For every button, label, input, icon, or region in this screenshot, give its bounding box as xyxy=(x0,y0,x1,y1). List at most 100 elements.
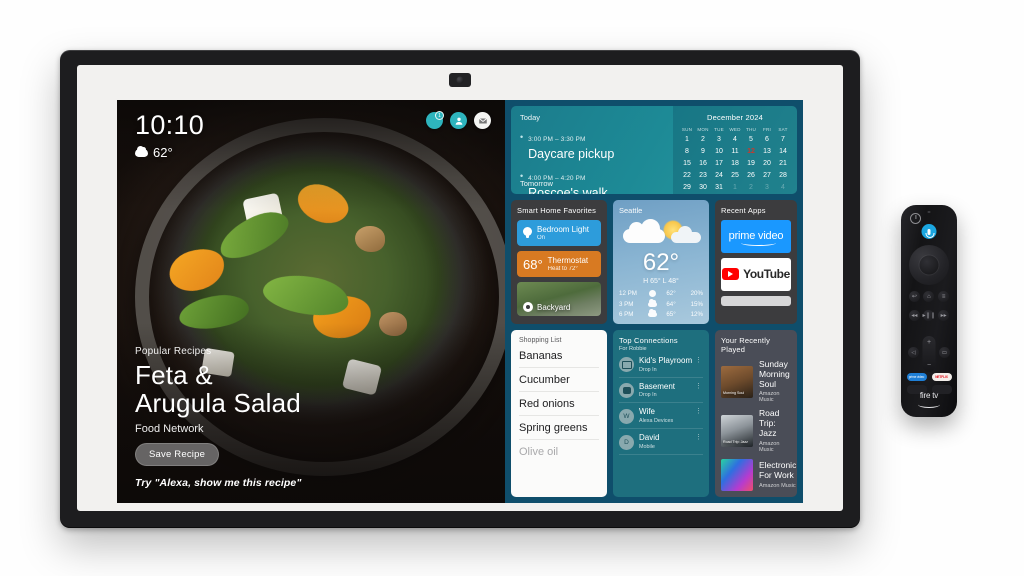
list-item[interactable]: Basement Drop In ⋮ xyxy=(619,378,703,404)
list-item[interactable]: Electronic For Work Amazon Music xyxy=(721,459,796,491)
voice-button[interactable] xyxy=(921,224,937,239)
calendar-day[interactable]: 15 xyxy=(679,159,695,168)
list-item[interactable]: D David Mobile ⋮ xyxy=(619,429,703,456)
back-button[interactable]: ↩ xyxy=(908,291,920,302)
rewind-button[interactable]: ◂◂ xyxy=(908,310,920,321)
calendar-day[interactable]: 1 xyxy=(679,135,695,144)
calendar-day[interactable]: 14 xyxy=(775,147,791,156)
calendar-day[interactable]: 28 xyxy=(775,171,791,180)
calendar-day[interactable]: 16 xyxy=(695,159,711,168)
calendar-day[interactable]: 5 xyxy=(743,135,759,144)
save-recipe-button[interactable]: Save Recipe xyxy=(135,443,220,466)
tv-power-button[interactable]: ▭ xyxy=(939,347,950,358)
calendar-day[interactable]: 2 xyxy=(743,183,759,192)
recent-apps-widget[interactable]: Recent Apps prime video YouTube xyxy=(715,199,797,324)
calendar-day[interactable]: 26 xyxy=(743,171,759,180)
calendar-day[interactable]: 13 xyxy=(759,147,775,156)
recently-played-widget[interactable]: Your Recently Played Morning Soul Sunday… xyxy=(715,329,797,497)
calendar-day[interactable]: 1 xyxy=(727,183,743,192)
mute-button[interactable]: ◁ xyxy=(908,347,919,358)
play-pause-button[interactable]: ▸❙❙ xyxy=(922,310,936,321)
fast-forward-button[interactable]: ▸▸ xyxy=(938,310,950,321)
app-tile-prime-video[interactable]: prime video xyxy=(721,219,791,253)
messages-icon[interactable] xyxy=(474,112,491,129)
list-item[interactable]: Spring greens xyxy=(519,416,599,440)
more-options-icon[interactable]: ⋮ xyxy=(695,434,702,441)
calendar-day[interactable]: 10 xyxy=(711,147,727,156)
calendar-day[interactable]: 29 xyxy=(679,183,695,192)
calendar-day[interactable]: 9 xyxy=(695,147,711,156)
calendar-grid[interactable]: SUN MON TUE WED THU FRI SAT 1 2 3 4 5 6 7 8 9 10 11 12 13 14… xyxy=(679,127,791,192)
calendar-day[interactable]: 22 xyxy=(679,171,695,180)
calendar-day[interactable]: 23 xyxy=(695,171,711,180)
calendar-day[interactable]: 30 xyxy=(695,183,711,192)
shopping-list-title: Shopping List xyxy=(519,336,562,344)
prime-video-button[interactable]: prime video xyxy=(906,373,927,381)
app-tile-next[interactable] xyxy=(721,295,791,306)
hourly-hour: 12 PM xyxy=(619,290,637,298)
smart-home-camera-tile[interactable]: Backyard xyxy=(517,282,601,317)
smart-home-widget[interactable]: Smart Home Favorites Bedroom Light On 68… xyxy=(511,199,607,324)
calendar-day[interactable]: 3 xyxy=(759,183,775,192)
calendar-day[interactable]: 19 xyxy=(743,159,759,168)
list-item[interactable]: Cucumber xyxy=(519,368,599,392)
month-calendar[interactable]: December 2024 SUN MON TUE WED THU FRI SAT 1 2 3 4 5… xyxy=(673,106,797,194)
notifications-icon[interactable]: 1 xyxy=(426,111,444,129)
calendar-day-today[interactable]: 12 xyxy=(743,147,759,156)
more-options-icon[interactable]: ⋮ xyxy=(695,383,702,390)
recipe-info: Popular Recipes Feta & Arugula Salad Foo… xyxy=(135,346,489,489)
calendar-day[interactable]: 7 xyxy=(775,135,791,144)
dpad[interactable] xyxy=(909,245,949,285)
more-options-icon[interactable]: ⋮ xyxy=(695,357,702,364)
shopping-list-widget[interactable]: Shopping List Bananas Cucumber Red onion… xyxy=(511,329,607,497)
camera-name: Backyard xyxy=(537,302,571,312)
select-button[interactable] xyxy=(919,255,939,275)
list-item[interactable]: Kid's Playroom Drop In ⋮ xyxy=(619,352,703,378)
more-options-icon[interactable]: ⋮ xyxy=(695,408,702,415)
calendar-day[interactable]: 18 xyxy=(727,159,743,168)
calendar-day[interactable]: 20 xyxy=(759,159,775,168)
calendar-day[interactable]: 8 xyxy=(679,147,695,156)
album-art-caption: Morning Soul xyxy=(723,390,745,395)
list-item[interactable]: Road Trip: Jazz Road Trip: Jazz Amazon M… xyxy=(721,409,791,453)
top-connections-widget[interactable]: Top Connections For Robbie Kid's Playroo… xyxy=(613,329,709,497)
recipe-hero[interactable]: 10:10 62° 1 Popular Recipes Feta & Arugu… xyxy=(117,100,505,503)
volume-rocker[interactable]: + − xyxy=(922,336,936,372)
app-tile-youtube[interactable]: YouTube xyxy=(721,257,791,291)
calendar-day[interactable]: 3 xyxy=(711,135,727,144)
calendar-day[interactable]: 31 xyxy=(711,183,727,192)
smart-home-light-tile[interactable]: Bedroom Light On xyxy=(517,219,601,247)
agenda-list[interactable]: Today • 3:00 PM – 3:30 PM Daycare pickup… xyxy=(511,106,673,194)
calendar-dow: FRI xyxy=(763,127,771,132)
list-item[interactable]: Bananas xyxy=(519,344,599,368)
weather-city: Seattle xyxy=(619,205,643,215)
profile-icon[interactable] xyxy=(450,112,467,129)
weather-widget[interactable]: Seattle 62° H 65° L 48° 12 PM 62° 20% 3 … xyxy=(613,199,709,324)
list-item[interactable]: Red onions xyxy=(519,392,599,416)
list-item[interactable]: Morning Soul Sunday Morning Soul Amazon … xyxy=(721,359,791,403)
calendar-day[interactable]: 17 xyxy=(711,159,727,168)
smart-home-thermostat-tile[interactable]: 68° Thermostat Heat to 72° xyxy=(517,251,601,278)
volume-up-button[interactable]: + xyxy=(927,339,931,346)
avatar: D xyxy=(619,434,634,450)
list-item[interactable]: Olive oil xyxy=(519,440,599,463)
home-button[interactable]: ⌂ xyxy=(923,291,935,302)
calendar-day[interactable]: 4 xyxy=(775,183,791,192)
netflix-button[interactable]: NETFLIX xyxy=(931,373,952,381)
volume-down-button[interactable]: − xyxy=(927,362,931,369)
menu-button[interactable]: ≡ xyxy=(938,291,950,302)
calendar-day[interactable]: 27 xyxy=(759,171,775,180)
calendar-day[interactable]: 11 xyxy=(727,147,743,156)
calendar-day[interactable]: 6 xyxy=(759,135,775,144)
calendar-day[interactable]: 24 xyxy=(711,171,727,180)
power-button[interactable] xyxy=(910,213,921,224)
clock-widget[interactable]: 10:10 62° xyxy=(135,112,204,160)
calendar-widget[interactable]: Today • 3:00 PM – 3:30 PM Daycare pickup… xyxy=(511,106,797,194)
list-item[interactable]: W Wife Alexa Devices ⋮ xyxy=(619,403,703,430)
calendar-day[interactable]: 25 xyxy=(727,171,743,180)
calendar-day[interactable]: 2 xyxy=(695,135,711,144)
album-art: Road Trip: Jazz xyxy=(721,415,753,448)
calendar-day[interactable]: 4 xyxy=(727,135,743,144)
calendar-day[interactable]: 21 xyxy=(775,159,791,168)
agenda-event[interactable]: • 3:00 PM – 3:30 PM Daycare pickup xyxy=(520,128,664,161)
